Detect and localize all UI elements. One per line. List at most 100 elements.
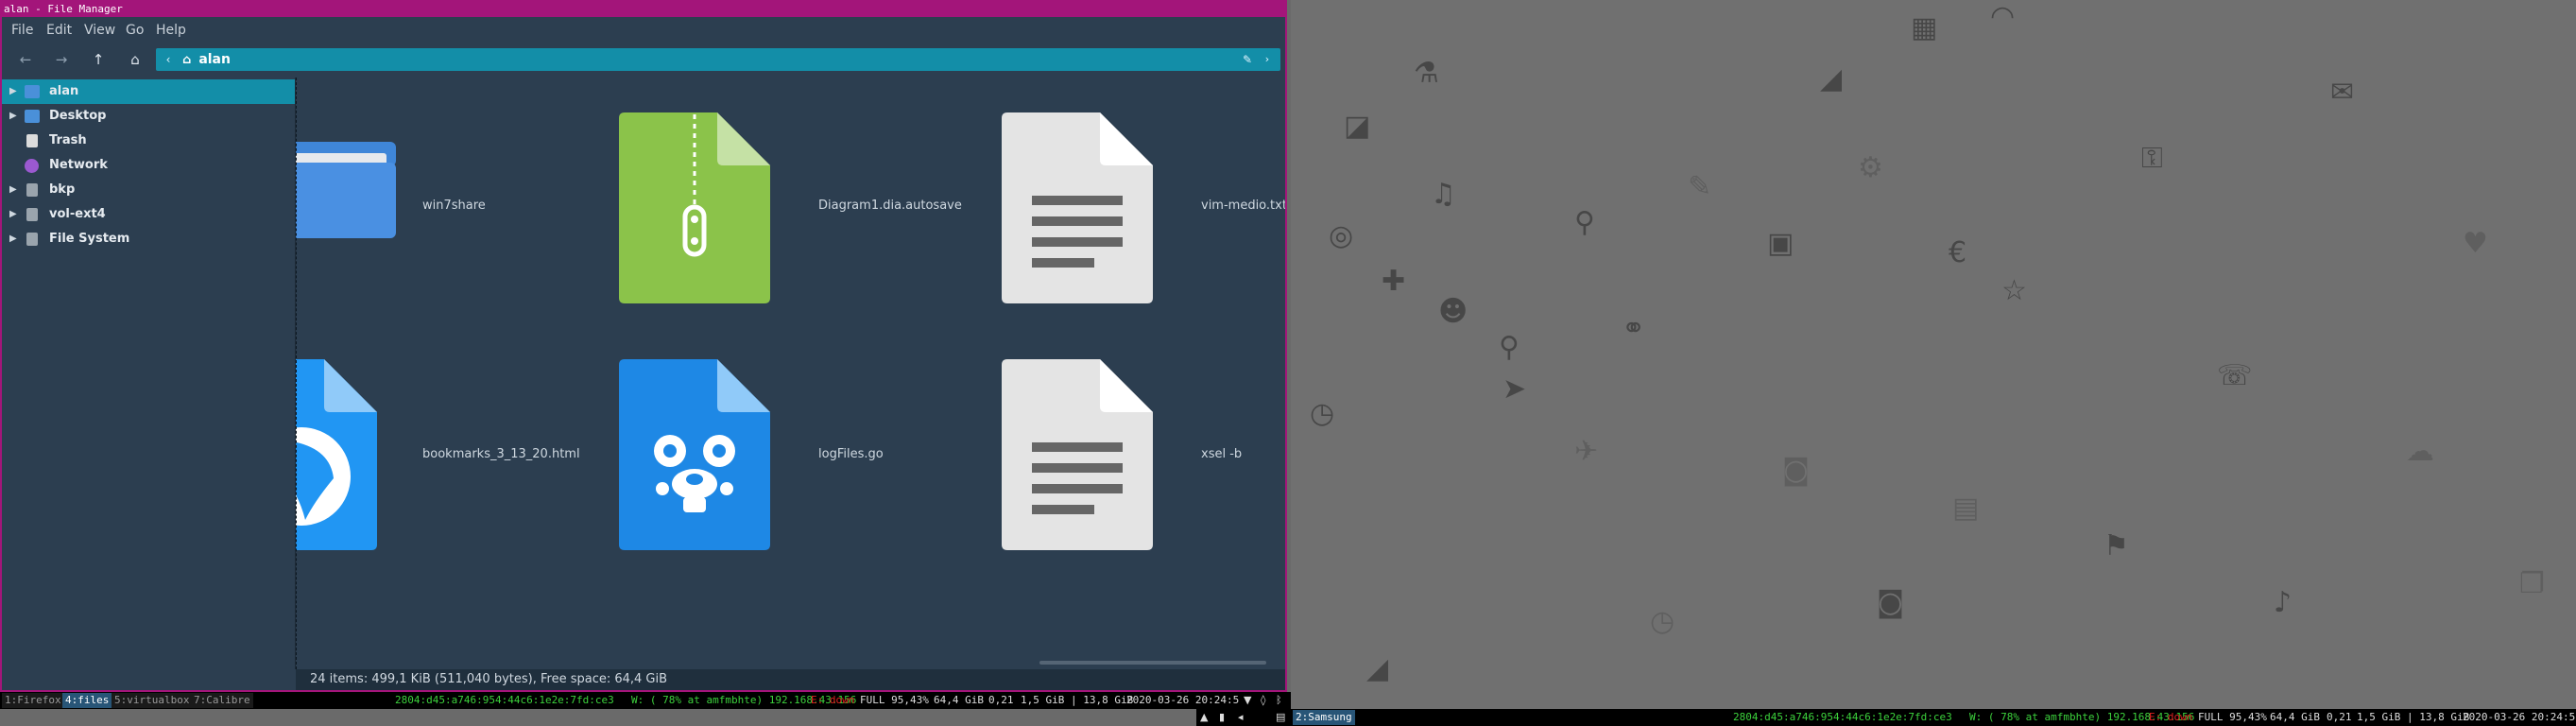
home-button[interactable]: ⌂ xyxy=(123,48,147,71)
ethernet-status: E: down xyxy=(2149,711,2193,723)
expand-arrow-icon[interactable]: ▶ xyxy=(9,178,19,202)
status-bar: 24 items: 499,1 KiB (511,040 bytes), Fre… xyxy=(296,669,1285,690)
ipv6-address: 2804:d45:a746:954:44c6:1e2e:7fd:ce3 xyxy=(395,694,614,706)
status-panel-right: 2:Samsung 2804:d45:a746:954:44c6:1e2e:7f… xyxy=(1291,709,2576,726)
camera-icon: ◙ xyxy=(1782,454,1811,487)
drive-icon xyxy=(26,183,38,197)
clock-icon: ◷ xyxy=(1310,397,1335,430)
ipv6-address: 2804:d45:a746:954:44c6:1e2e:7fd:ce3 xyxy=(1733,711,1952,723)
menu-edit[interactable]: Edit xyxy=(46,23,72,38)
folder-icon xyxy=(296,142,396,238)
memory-usage: 1,5 GiB | 13,8 GiB xyxy=(2357,711,2470,723)
wifi-tray-icon[interactable]: ▼ xyxy=(1244,692,1251,709)
expand-arrow-icon[interactable]: ▶ xyxy=(9,227,19,251)
file-manager-window: alan - File Manager File Edit View Go He… xyxy=(0,0,1287,692)
sidebar-item-label: Network xyxy=(49,158,108,172)
system-tray: ▲ ▮ ◂ ▤ xyxy=(1196,709,1291,726)
speaker-icon[interactable]: ◂ xyxy=(1238,709,1244,726)
breadcrumb-label: alan xyxy=(198,52,231,67)
desktop-wallpaper: ▦ ◠ ⚗ ◢ ◪ ♫ ◎ ⚲ ✚ ▣ € ☆ ☻ ⚲ ⚭ ➤ ◷ ✎ ⚙ ✈ … xyxy=(1291,0,2576,709)
music-icon: ♫ xyxy=(1431,178,1456,211)
menu-view[interactable]: View xyxy=(84,23,115,38)
sidebar-item-vol-ext4[interactable]: ▶ vol-ext4 xyxy=(2,202,295,227)
menu-go[interactable]: Go xyxy=(126,23,144,38)
sidebar-item-label: Trash xyxy=(49,133,87,147)
heart-icon: ♥ xyxy=(2463,227,2488,260)
bluetooth-icon[interactable]: ᛒ xyxy=(1276,692,1282,709)
sidebar-item-desktop[interactable]: ▶ Desktop xyxy=(2,104,295,129)
euro-icon: € xyxy=(1949,236,1967,269)
file-name: logFiles.go xyxy=(818,447,884,461)
notification-icon[interactable]: ▲ xyxy=(1200,709,1208,726)
workspace-button[interactable]: 5:virtualbox xyxy=(112,693,193,708)
file-name: Diagram1.dia.autosave xyxy=(818,199,962,213)
menu-file[interactable]: File xyxy=(11,23,33,38)
drive-icon xyxy=(26,233,38,246)
wrench-icon: ✎ xyxy=(1688,170,1712,203)
sidebar-item-alan[interactable]: ▶ alan xyxy=(2,79,295,104)
path-scroll-right-button[interactable]: › xyxy=(1260,48,1275,71)
back-button[interactable]: ← xyxy=(13,48,38,71)
horizontal-scrollbar[interactable] xyxy=(1039,661,1266,665)
home-folder-icon xyxy=(25,85,40,98)
file-name: win7share xyxy=(422,199,486,213)
menubar: File Edit View Go Help xyxy=(2,17,1285,43)
sidebar-item-bkp[interactable]: ▶ bkp xyxy=(2,178,295,202)
battery-status: FULL 95,43% xyxy=(860,694,929,706)
mail-icon: ✉ xyxy=(2330,76,2355,109)
network-icon xyxy=(25,159,39,173)
expand-arrow-icon[interactable]: ▶ xyxy=(9,79,19,104)
home-icon: ⌂ xyxy=(182,53,192,67)
cloud-icon: ☁ xyxy=(2406,435,2434,468)
up-button[interactable]: ↑ xyxy=(86,48,111,71)
desktop-icon xyxy=(25,110,40,123)
memory-usage: 1,5 GiB | 13,8 GiB xyxy=(1021,694,1134,706)
wifi-icon: ◢ xyxy=(1366,652,1389,685)
headset-icon: ◎ xyxy=(1329,219,1354,252)
workspace-button[interactable]: 7:Calibre xyxy=(191,693,253,708)
sidebar-item-trash[interactable]: Trash xyxy=(2,129,295,153)
group-icon: ☻ xyxy=(1438,295,1468,328)
clock-icon: ◷ xyxy=(1650,605,1675,638)
wifi-icon: ◢ xyxy=(1820,62,1843,95)
sidebar-item-label: bkp xyxy=(49,182,76,197)
calculator-icon: ▦ xyxy=(1911,11,1938,44)
expand-arrow-icon[interactable]: ▶ xyxy=(9,202,19,227)
sidebar-item-file-system[interactable]: ▶ File System xyxy=(2,227,295,251)
location-icon[interactable]: ◊ xyxy=(1261,692,1265,709)
menu-help[interactable]: Help xyxy=(156,23,186,38)
sidebar-item-label: vol-ext4 xyxy=(49,207,106,221)
sidebar-item-label: alan xyxy=(49,84,79,98)
sidebar-item-network[interactable]: Network xyxy=(2,153,295,178)
microphone-icon: ⚲ xyxy=(1574,206,1595,239)
trash-icon xyxy=(26,134,38,147)
expand-arrow-icon[interactable]: ▶ xyxy=(9,104,19,129)
pane-divider[interactable] xyxy=(296,78,297,669)
path-scroll-left-button[interactable]: ‹ xyxy=(160,48,177,71)
book-icon: ❐ xyxy=(2519,567,2545,600)
headphones-icon: ◠ xyxy=(1990,0,2016,33)
clipboard-icon[interactable]: ▤ xyxy=(1276,709,1285,726)
breadcrumb-home[interactable]: ⌂ alan xyxy=(182,48,231,71)
path-bar: ‹ ⌂ alan ✎ › xyxy=(156,48,1280,71)
disk-free: 64,4 GiB xyxy=(2270,711,2320,723)
link-icon: ⚭ xyxy=(1622,312,1646,345)
edit-path-button[interactable]: ✎ xyxy=(1239,48,1256,71)
battery-icon[interactable]: ▮ xyxy=(1219,709,1225,726)
battery-status: FULL 95,43% xyxy=(2198,711,2267,723)
forward-button[interactable]: → xyxy=(49,48,74,71)
workspace-button-active[interactable]: 4:files xyxy=(62,693,112,708)
drive-icon xyxy=(26,208,38,221)
window-title: alan - File Manager xyxy=(2,2,1285,17)
workspace-button[interactable]: 1:Firefox xyxy=(2,693,64,708)
ruler-icon: ◪ xyxy=(1344,110,1371,143)
sidebar-item-label: Desktop xyxy=(49,109,107,123)
flag-icon: ⚑ xyxy=(2104,529,2129,562)
star-icon: ☆ xyxy=(2001,274,2027,307)
document-icon: ▣ xyxy=(1767,227,1795,260)
file-name: xsel -b xyxy=(1201,447,1243,461)
bell-icon: ♪ xyxy=(2274,586,2293,619)
workspace-button-active[interactable]: 2:Samsung xyxy=(1293,710,1355,725)
wallpaper-strip xyxy=(0,709,1291,726)
plane-icon: ✈ xyxy=(1574,435,1599,468)
